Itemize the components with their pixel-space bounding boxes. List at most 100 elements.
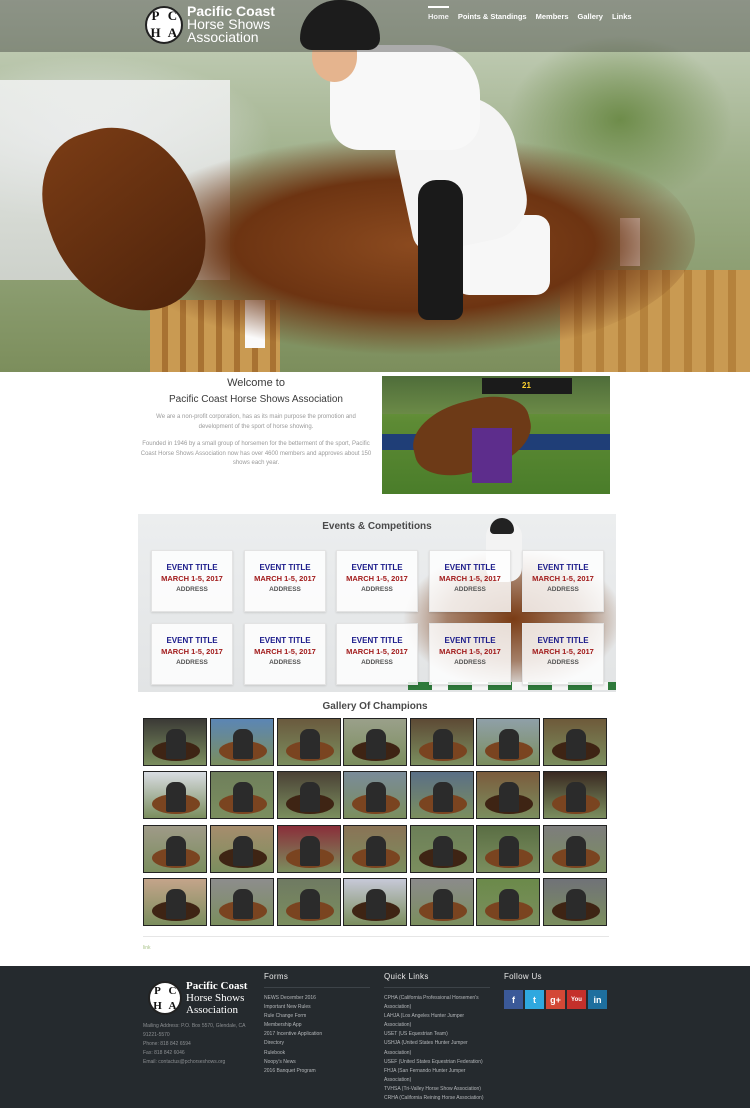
thumbnail-rider [566,836,586,866]
facebook-icon[interactable]: f [504,990,523,1009]
twitter-icon[interactable]: t [525,990,544,1009]
gallery-title: Gallery Of Champions [322,701,428,712]
forms-link[interactable]: Important New Rules [264,1003,370,1012]
main-nav: Home Points & Standings Members Gallery … [428,6,632,21]
footer-logo[interactable]: P C H A Pacific Coast Horse Shows Associ… [148,980,247,1016]
event-address: ADDRESS [176,659,208,666]
hero-rider-boot [418,180,463,320]
quick-link[interactable]: USEF (United States Equestrian Federatio… [384,1058,488,1067]
gallery-thumbnail[interactable] [410,825,474,873]
event-address: ADDRESS [454,586,486,593]
quick-link[interactable]: CRHA (California Reining Horse Associati… [384,1094,488,1103]
quick-link[interactable]: TVHSA (Tri-Valley Horse Show Association… [384,1085,488,1094]
forms-link[interactable]: Directory [264,1039,370,1048]
photo-jump [472,428,512,483]
event-title: EVENT TITLE [537,563,589,572]
event-card[interactable]: EVENT TITLE MARCH 1-5, 2017 ADDRESS [429,623,511,685]
event-card[interactable]: EVENT TITLE MARCH 1-5, 2017 ADDRESS [151,550,233,612]
contact-fax: Fax: 818 842 6046 [143,1050,185,1056]
footer-contact: Mailing Address: P.O. Box 5570, Glendale… [143,1022,255,1067]
linkedin-icon[interactable]: in [588,990,607,1009]
gallery-thumbnail[interactable] [210,771,274,819]
gallery-thumbnail[interactable] [410,718,474,766]
event-title: EVENT TITLE [537,636,589,645]
google-plus-icon[interactable]: g+ [546,990,565,1009]
event-card[interactable]: EVENT TITLE MARCH 1-5, 2017 ADDRESS [522,550,604,612]
event-address: ADDRESS [547,659,579,666]
gallery-thumbnail[interactable] [543,718,607,766]
gallery-thumbnail[interactable] [543,771,607,819]
quick-link[interactable]: USET (US Equestrian Team) [384,1030,488,1039]
gallery-thumbnail[interactable] [277,825,341,873]
thumbnail-rider [233,889,253,919]
gallery-thumbnail[interactable] [343,718,407,766]
event-date: MARCH 1-5, 2017 [439,574,501,583]
event-card[interactable]: EVENT TITLE MARCH 1-5, 2017 ADDRESS [151,623,233,685]
forms-link[interactable]: Rule Change Form [264,1012,370,1021]
footer-quick-links: Quick Links CPHA (California Professiona… [384,972,490,1103]
event-card[interactable]: EVENT TITLE MARCH 1-5, 2017 ADDRESS [429,550,511,612]
gallery-thumbnail[interactable] [343,825,407,873]
contact-email[interactable]: Email: contactus@pchorseshows.org [143,1058,255,1067]
gallery-thumbnail[interactable] [476,825,540,873]
gallery-thumbnail[interactable] [476,878,540,926]
event-title: EVENT TITLE [444,636,496,645]
thumbnail-rider [433,889,453,919]
gallery-thumbnail[interactable] [143,771,207,819]
gallery-thumbnail[interactable] [410,771,474,819]
welcome-heading: Welcome to [227,377,285,389]
gallery-thumbnail[interactable] [410,878,474,926]
nav-links[interactable]: Links [612,10,632,21]
welcome-paragraph: We are a non-profit corporation, has as … [156,414,356,430]
welcome-subheading: Pacific Coast Horse Shows Association [169,394,343,405]
gallery-thumbnail[interactable] [343,878,407,926]
follow-us-heading: Follow Us [504,972,542,981]
thumbnail-rider [300,889,320,919]
forms-link[interactable]: Rulebook [264,1049,370,1058]
logo-seal-icon: P C H A [145,5,183,44]
gallery-thumbnail[interactable] [210,878,274,926]
thumbnail-rider [433,782,453,812]
gallery-thumbnail[interactable] [143,718,207,766]
gallery-thumbnail[interactable] [543,878,607,926]
event-address: ADDRESS [269,586,301,593]
forms-link[interactable]: NEWS December 2016 [264,994,370,1003]
quick-link[interactable]: LAHJA (Los Angeles Hunter Jumper Associa… [384,1012,488,1030]
gallery-thumbnail[interactable] [543,825,607,873]
event-card[interactable]: EVENT TITLE MARCH 1-5, 2017 ADDRESS [522,623,604,685]
events-title: Events & Competitions [322,521,432,532]
gallery-thumbnail[interactable] [210,825,274,873]
nav-members[interactable]: Members [536,10,569,21]
youtube-icon[interactable]: You [567,990,586,1009]
gallery-thumbnail[interactable] [476,718,540,766]
gallery-thumbnail[interactable] [143,878,207,926]
event-date: MARCH 1-5, 2017 [532,574,594,583]
event-card[interactable]: EVENT TITLE MARCH 1-5, 2017 ADDRESS [244,550,326,612]
gallery-thumbnail[interactable] [277,718,341,766]
nav-gallery[interactable]: Gallery [578,10,603,21]
quick-link[interactable]: USHJA (United States Hunter Jumper Assoc… [384,1039,488,1057]
site-logo[interactable]: P C H A Pacific Coast Horse Shows Associ… [145,4,275,44]
event-card[interactable]: EVENT TITLE MARCH 1-5, 2017 ADDRESS [336,623,418,685]
forms-link[interactable]: Membership App [264,1021,370,1030]
gallery-thumbnail[interactable] [143,825,207,873]
event-card[interactable]: EVENT TITLE MARCH 1-5, 2017 ADDRESS [244,623,326,685]
gallery-thumbnail[interactable] [277,771,341,819]
event-title: EVENT TITLE [166,636,218,645]
thumbnail-rider [166,889,186,919]
small-link[interactable]: link [143,945,151,951]
forms-link[interactable]: 2017 Incentive Application [264,1030,370,1039]
thumbnail-rider [300,836,320,866]
quick-link[interactable]: CPHA (California Professional Horsemen's… [384,994,488,1012]
gallery-thumbnail[interactable] [343,771,407,819]
nav-home[interactable]: Home [428,6,449,21]
nav-points-standings[interactable]: Points & Standings [458,10,527,21]
event-date: MARCH 1-5, 2017 [161,574,223,583]
gallery-thumbnail[interactable] [476,771,540,819]
forms-link[interactable]: 2016 Banquet Program [264,1067,370,1076]
forms-link[interactable]: Noopy's News [264,1058,370,1067]
event-card[interactable]: EVENT TITLE MARCH 1-5, 2017 ADDRESS [336,550,418,612]
gallery-thumbnail[interactable] [277,878,341,926]
gallery-thumbnail[interactable] [210,718,274,766]
quick-link[interactable]: FHJA (San Fernando Hunter Jumper Associa… [384,1067,488,1085]
